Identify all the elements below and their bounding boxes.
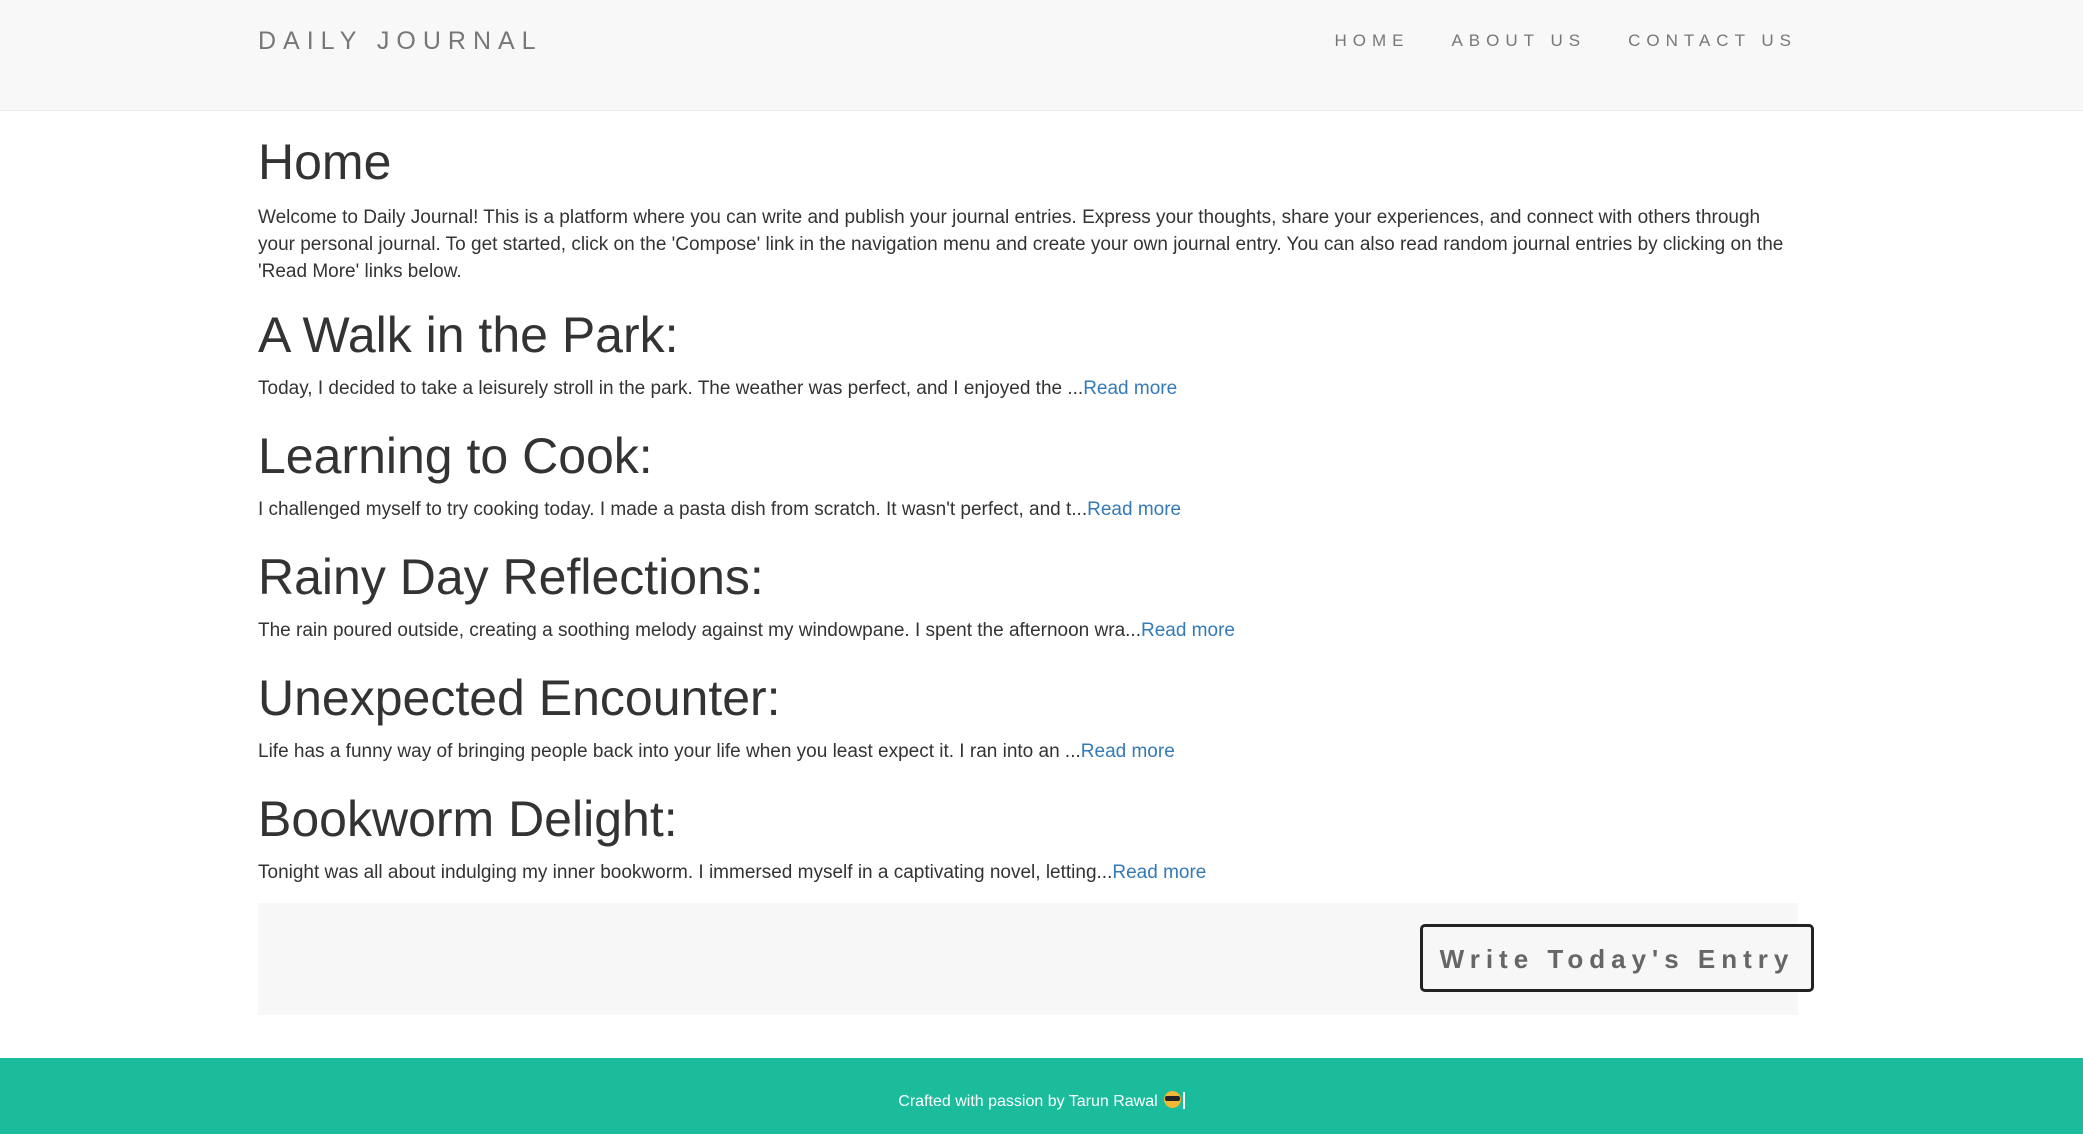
post-excerpt: Life has a funny way of bringing people …	[258, 738, 1798, 765]
post-excerpt-text: Life has a funny way of bringing people …	[258, 741, 1081, 762]
footer: Crafted with passion by Tarun Rawal	[0, 1058, 2083, 1134]
post-excerpt: Tonight was all about indulging my inner…	[258, 859, 1798, 886]
text-cursor-icon	[1182, 1092, 1185, 1109]
write-entry-button[interactable]: Write Today's Entry	[1420, 924, 1814, 992]
post-excerpt: The rain poured outside, creating a soot…	[258, 617, 1798, 644]
post-title: Learning to Cook:	[258, 428, 653, 484]
post-excerpt: Today, I decided to take a leisurely str…	[258, 375, 1798, 402]
read-more-link[interactable]: Read more	[1141, 620, 1235, 641]
bottom-strip	[0, 1134, 2083, 1146]
read-more-link[interactable]: Read more	[1081, 741, 1175, 762]
post-title: Unexpected Encounter:	[258, 670, 781, 726]
post-excerpt-text: The rain poured outside, creating a soot…	[258, 620, 1141, 641]
nav-about-us[interactable]: ABOUT US	[1451, 31, 1586, 51]
sunglasses-face-icon	[1163, 1091, 1181, 1108]
post-excerpt-text: I challenged myself to try cooking today…	[258, 499, 1088, 520]
post-title: Rainy Day Reflections:	[258, 549, 764, 605]
page-title: Home	[258, 134, 392, 190]
post-excerpt-text: Today, I decided to take a leisurely str…	[258, 378, 1084, 399]
post-item: Unexpected Encounter: Life has a funny w…	[258, 668, 1798, 765]
intro-text: Welcome to Daily Journal! This is a plat…	[258, 207, 1784, 282]
nav-links: HOME ABOUT US CONTACT US	[1334, 31, 1797, 51]
brand-logo[interactable]: DAILY JOURNAL	[258, 27, 543, 56]
post-item: A Walk in the Park: Today, I decided to …	[258, 305, 1798, 402]
nav-contact-us[interactable]: CONTACT US	[1628, 31, 1797, 51]
footer-credit: Crafted with passion by Tarun Rawal	[898, 1093, 1158, 1110]
read-more-link[interactable]: Read more	[1112, 862, 1206, 883]
read-more-link[interactable]: Read more	[1087, 499, 1181, 520]
post-excerpt: I challenged myself to try cooking today…	[258, 496, 1798, 523]
post-title: A Walk in the Park:	[258, 307, 679, 363]
post-item: Rainy Day Reflections: The rain poured o…	[258, 547, 1798, 644]
post-item: Bookworm Delight: Tonight was all about …	[258, 789, 1798, 886]
post-title: Bookworm Delight:	[258, 791, 678, 847]
read-more-link[interactable]: Read more	[1083, 378, 1177, 399]
navbar: DAILY JOURNAL HOME ABOUT US CONTACT US	[0, 0, 2083, 111]
nav-home[interactable]: HOME	[1334, 31, 1409, 51]
post-excerpt-text: Tonight was all about indulging my inner…	[258, 862, 1113, 883]
post-item: Learning to Cook: I challenged myself to…	[258, 426, 1798, 523]
